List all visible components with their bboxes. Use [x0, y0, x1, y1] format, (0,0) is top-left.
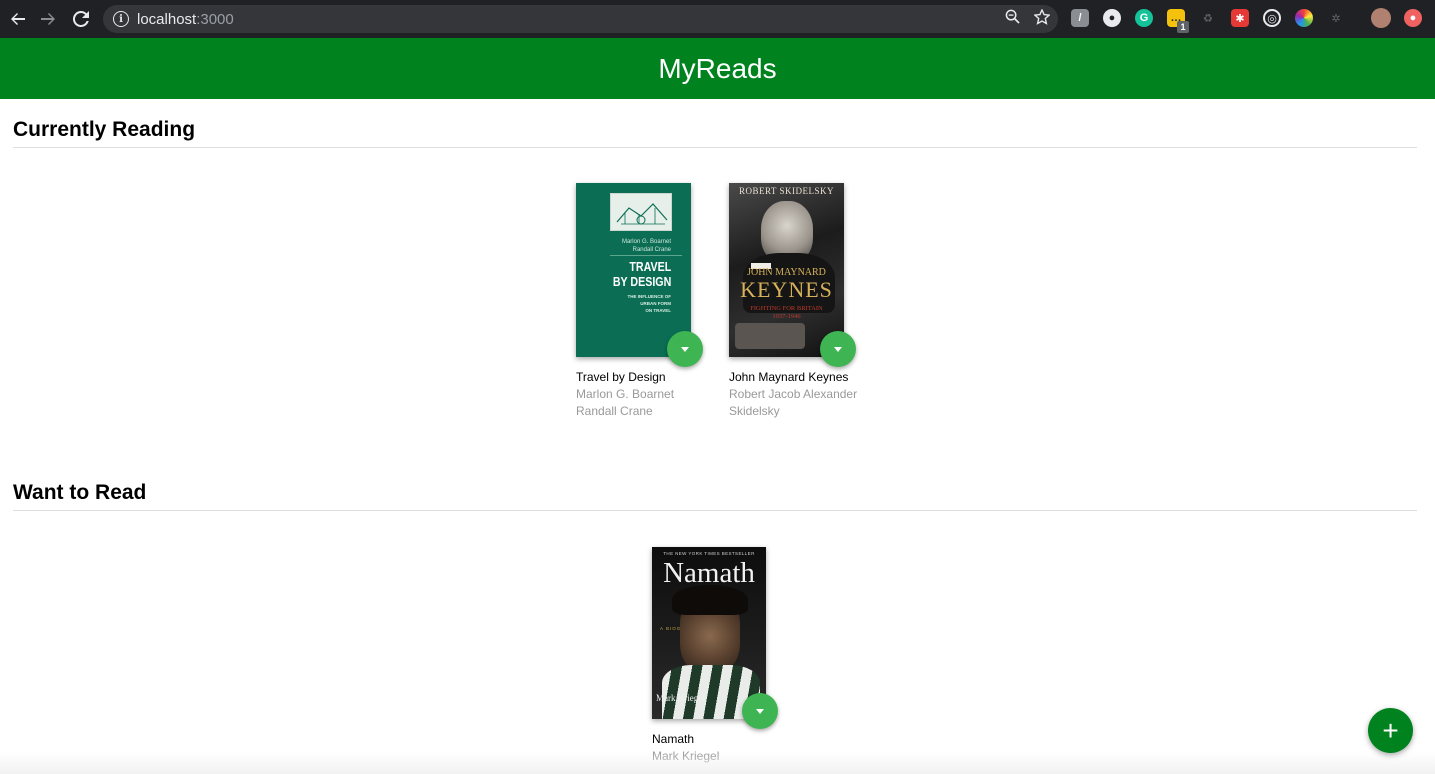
grammarly-icon[interactable]: G: [1135, 9, 1153, 27]
book-cover[interactable]: THE NEW YORK TIMES BESTSELLER Namath A B…: [652, 547, 778, 729]
browser-toolbar: i localhost:3000 / ● G … 1 ♻ ✱ ◎ ✲ ●: [0, 0, 1435, 38]
extension-target-icon[interactable]: ◎: [1263, 9, 1281, 27]
cover-subtitle-line3: ON TRAVEL: [645, 308, 671, 313]
plus-icon: +: [1382, 714, 1399, 746]
info-icon[interactable]: i: [113, 11, 129, 27]
book-title: John Maynard Keynes: [729, 370, 849, 384]
book-author: Randall Crane: [576, 404, 653, 418]
shelf-currently-reading: Currently Reading: [13, 118, 1417, 148]
shelf-changer-button[interactable]: [742, 693, 778, 729]
chevron-down-icon: [681, 346, 689, 352]
extension-rocket-icon[interactable]: ●: [1404, 9, 1422, 27]
extension-bug-icon[interactable]: ✲: [1327, 9, 1345, 27]
book-title: Namath: [652, 732, 695, 746]
extension-circle-icon[interactable]: ●: [1103, 9, 1121, 27]
cover-authors-line2: Randall Crane: [632, 247, 671, 253]
forward-icon[interactable]: [32, 3, 64, 35]
reload-icon[interactable]: [65, 3, 97, 35]
chevron-down-icon: [834, 346, 842, 352]
book-author: Skidelsky: [729, 404, 780, 418]
cover-illustration: [610, 193, 672, 231]
extension-color-icon[interactable]: [1295, 9, 1313, 27]
shelf-changer-button[interactable]: [667, 331, 703, 367]
shelf-title: Want to Read: [13, 481, 1417, 511]
cover-subtitle-line1: THE INFLUENCE OF: [627, 294, 672, 299]
cover-authors-line1: Marlon G. Boarnet: [621, 239, 671, 245]
book-item: Marlon G. Boarnet Randall Crane TRAVEL B…: [576, 183, 716, 420]
cover-title-line1: TRAVEL: [629, 259, 671, 274]
url-host: localhost: [137, 10, 197, 28]
book-cover[interactable]: Marlon G. Boarnet Randall Crane TRAVEL B…: [576, 183, 703, 367]
extension-badge: 1: [1177, 21, 1189, 33]
extension-red-icon[interactable]: ✱: [1231, 9, 1249, 27]
app-title: MyReads: [658, 52, 777, 84]
back-icon[interactable]: [2, 3, 34, 35]
app-header: MyReads: [0, 38, 1435, 99]
shelf-want-to-read: Want to Read: [13, 481, 1417, 511]
add-book-button[interactable]: +: [1368, 708, 1413, 753]
shelf-changer-button[interactable]: [820, 331, 856, 367]
chevron-down-icon: [756, 708, 764, 714]
book-author: Marlon G. Boarnet: [576, 387, 675, 401]
cover-author: ROBERT SKIDELSKY: [738, 186, 835, 196]
profile-avatar[interactable]: [1371, 8, 1391, 28]
book-author: Robert Jacob Alexander: [729, 387, 858, 401]
extension-pen-icon[interactable]: /: [1071, 9, 1089, 27]
bottom-shadow: [0, 752, 1435, 774]
book-item: ROBERT SKIDELSKY JOHN MAYNARD KEYNES FIG…: [729, 183, 869, 420]
zoom-icon[interactable]: [1005, 9, 1020, 29]
bookmark-star-icon[interactable]: [1033, 8, 1051, 29]
book-item: THE NEW YORK TIMES BESTSELLER Namath A B…: [652, 547, 792, 765]
extension-recycle-icon[interactable]: ♻: [1199, 9, 1217, 27]
cover-author: Mark Kriegel: [656, 693, 705, 703]
cover-subtitle-line2: URBAN FORM: [640, 301, 671, 306]
cover-banner: THE NEW YORK TIMES BESTSELLER: [663, 551, 755, 556]
cover-title-line2: KEYNES: [740, 277, 833, 302]
cover-subtitle-line1: FIGHTING FOR BRITAIN: [750, 305, 823, 312]
cover-title-line2: BY DESIGN: [612, 274, 671, 289]
shelf-title: Currently Reading: [13, 118, 1417, 148]
book-title: Travel by Design: [576, 370, 666, 384]
url-port: :3000: [196, 10, 234, 28]
address-bar[interactable]: i localhost:3000: [103, 5, 1058, 33]
book-cover[interactable]: ROBERT SKIDELSKY JOHN MAYNARD KEYNES FIG…: [729, 183, 856, 367]
cover-subtitle-line2: 1937-1946: [772, 313, 801, 320]
